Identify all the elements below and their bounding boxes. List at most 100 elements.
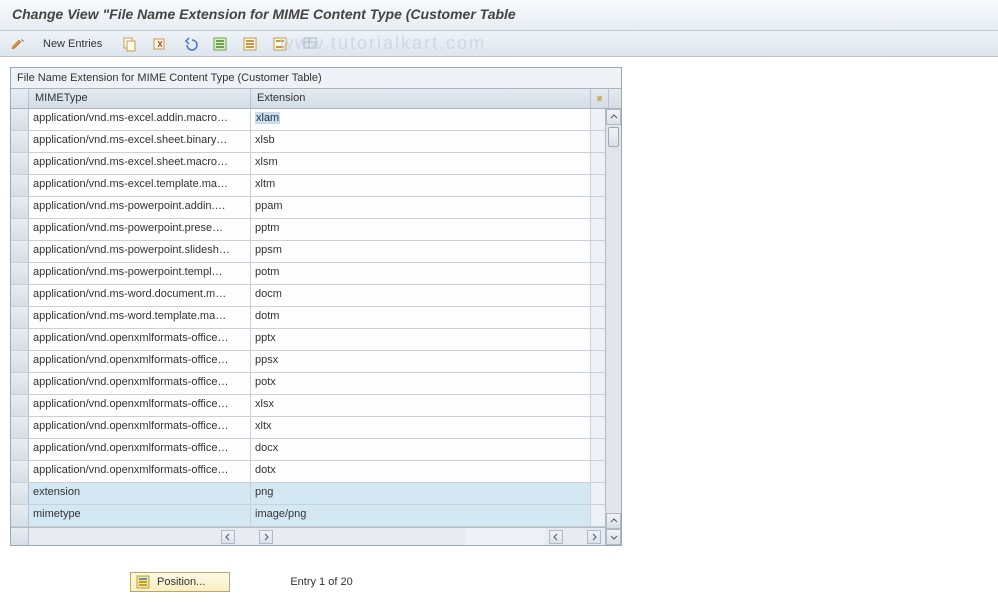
row-selector[interactable] [11, 285, 29, 306]
position-button[interactable]: Position... [130, 572, 230, 592]
cell-mimetype[interactable]: mimetype [29, 505, 251, 526]
row-selector[interactable] [11, 505, 29, 526]
table-row[interactable]: application/vnd.ms-excel.sheet.binary…xl… [11, 131, 605, 153]
cell-mimetype[interactable]: application/vnd.ms-excel.addin.macro… [29, 109, 251, 130]
deselect-all-button[interactable] [267, 33, 293, 55]
cell-extension[interactable]: ppsx [251, 351, 591, 372]
table-row[interactable]: application/vnd.ms-powerpoint.addin.…ppa… [11, 197, 605, 219]
cell-mimetype[interactable]: application/vnd.ms-excel.sheet.binary… [29, 131, 251, 152]
table-row[interactable]: mimetypeimage/png [11, 505, 605, 527]
cell-extension[interactable]: xlsx [251, 395, 591, 416]
cell-extension[interactable]: docx [251, 439, 591, 460]
table-row[interactable]: application/vnd.ms-excel.sheet.macro…xls… [11, 153, 605, 175]
cell-extension[interactable]: ppam [251, 197, 591, 218]
row-selector[interactable] [11, 131, 29, 152]
cell-extension[interactable]: image/png [251, 505, 591, 526]
row-selector[interactable] [11, 153, 29, 174]
row-selector[interactable] [11, 483, 29, 504]
column-config-button[interactable] [591, 89, 609, 108]
vscroll-up-button[interactable] [606, 109, 621, 125]
column-header-extension[interactable]: Extension [251, 89, 591, 108]
row-selector[interactable] [11, 307, 29, 328]
cell-mimetype[interactable]: extension [29, 483, 251, 504]
vscroll-down-button[interactable] [606, 529, 621, 545]
cell-extension[interactable]: pptx [251, 329, 591, 350]
table-row[interactable]: extensionpng [11, 483, 605, 505]
undo-button[interactable] [177, 33, 203, 55]
row-selector[interactable] [11, 175, 29, 196]
row-selector[interactable] [11, 417, 29, 438]
cell-extension[interactable]: xltm [251, 175, 591, 196]
cell-mimetype[interactable]: application/vnd.openxmlformats-office… [29, 329, 251, 350]
select-all-header[interactable] [11, 89, 29, 108]
toggle-change-button[interactable] [6, 33, 32, 55]
cell-mimetype[interactable]: application/vnd.openxmlformats-office… [29, 373, 251, 394]
cell-mimetype[interactable]: application/vnd.openxmlformats-office… [29, 395, 251, 416]
table-row[interactable]: application/vnd.ms-word.document.m…docm [11, 285, 605, 307]
hscroll-right-button-2[interactable] [587, 530, 601, 544]
cell-extension[interactable]: xlam [251, 109, 591, 130]
cell-mimetype[interactable]: application/vnd.openxmlformats-office… [29, 351, 251, 372]
row-selector[interactable] [11, 373, 29, 394]
select-all-button[interactable] [207, 33, 233, 55]
table-row[interactable]: application/vnd.ms-excel.addin.macro…xla… [11, 109, 605, 131]
cell-extension[interactable]: potm [251, 263, 591, 284]
row-selector[interactable] [11, 395, 29, 416]
cell-extension[interactable]: docm [251, 285, 591, 306]
cell-mimetype[interactable]: application/vnd.openxmlformats-office… [29, 417, 251, 438]
cell-mimetype[interactable]: application/vnd.ms-powerpoint.prese… [29, 219, 251, 240]
cell-extension[interactable]: xlsb [251, 131, 591, 152]
row-selector[interactable] [11, 329, 29, 350]
cell-mimetype[interactable]: application/vnd.ms-word.template.ma… [29, 307, 251, 328]
row-selector[interactable] [11, 351, 29, 372]
hscroll-right-button[interactable] [259, 530, 273, 544]
table-row[interactable]: application/vnd.openxmlformats-office…do… [11, 439, 605, 461]
print-button[interactable] [297, 33, 323, 55]
cell-mimetype[interactable]: application/vnd.openxmlformats-office… [29, 439, 251, 460]
table-row[interactable]: application/vnd.openxmlformats-office…pp… [11, 329, 605, 351]
cell-mimetype[interactable]: application/vnd.ms-powerpoint.addin.… [29, 197, 251, 218]
table-row[interactable]: application/vnd.openxmlformats-office…po… [11, 373, 605, 395]
row-selector[interactable] [11, 439, 29, 460]
cell-extension[interactable]: dotm [251, 307, 591, 328]
grid-body: application/vnd.ms-excel.addin.macro…xla… [11, 109, 605, 527]
row-selector[interactable] [11, 263, 29, 284]
table-row[interactable]: application/vnd.openxmlformats-office…pp… [11, 351, 605, 373]
select-block-button[interactable] [237, 33, 263, 55]
row-selector[interactable] [11, 109, 29, 130]
cell-extension[interactable]: png [251, 483, 591, 504]
cell-mimetype[interactable]: application/vnd.ms-word.document.m… [29, 285, 251, 306]
vertical-scrollbar[interactable] [605, 109, 621, 545]
row-selector[interactable] [11, 197, 29, 218]
hscroll-left-button[interactable] [221, 530, 235, 544]
cell-mimetype[interactable]: application/vnd.openxmlformats-office… [29, 461, 251, 482]
cell-mimetype[interactable]: application/vnd.ms-excel.sheet.macro… [29, 153, 251, 174]
table-row[interactable]: application/vnd.ms-powerpoint.slidesh…pp… [11, 241, 605, 263]
vscroll-up-inner-button[interactable] [606, 513, 621, 529]
cell-mimetype[interactable]: application/vnd.ms-powerpoint.templ… [29, 263, 251, 284]
cell-mimetype[interactable]: application/vnd.ms-powerpoint.slidesh… [29, 241, 251, 262]
hscroll-left-button-2[interactable] [549, 530, 563, 544]
table-row[interactable]: application/vnd.ms-excel.template.ma…xlt… [11, 175, 605, 197]
column-header-mimetype[interactable]: MIMEType [29, 89, 251, 108]
table-row[interactable]: application/vnd.ms-word.template.ma…dotm [11, 307, 605, 329]
cell-extension[interactable]: potx [251, 373, 591, 394]
row-selector[interactable] [11, 219, 29, 240]
cell-extension[interactable]: xlsm [251, 153, 591, 174]
table-row[interactable]: application/vnd.openxmlformats-office…do… [11, 461, 605, 483]
cell-extension[interactable]: dotx [251, 461, 591, 482]
table-row[interactable]: application/vnd.openxmlformats-office…xl… [11, 417, 605, 439]
table-row[interactable]: application/vnd.ms-powerpoint.templ…potm [11, 263, 605, 285]
copy-button[interactable] [117, 33, 143, 55]
table-row[interactable]: application/vnd.ms-powerpoint.prese…pptm [11, 219, 605, 241]
cell-mimetype[interactable]: application/vnd.ms-excel.template.ma… [29, 175, 251, 196]
row-selector[interactable] [11, 461, 29, 482]
delete-button[interactable] [147, 33, 173, 55]
cell-extension[interactable]: xltx [251, 417, 591, 438]
new-entries-button[interactable]: New Entries [36, 35, 113, 53]
cell-extension[interactable]: pptm [251, 219, 591, 240]
cell-extension[interactable]: ppsm [251, 241, 591, 262]
row-selector[interactable] [11, 241, 29, 262]
table-row[interactable]: application/vnd.openxmlformats-office…xl… [11, 395, 605, 417]
vscroll-thumb[interactable] [608, 127, 619, 147]
